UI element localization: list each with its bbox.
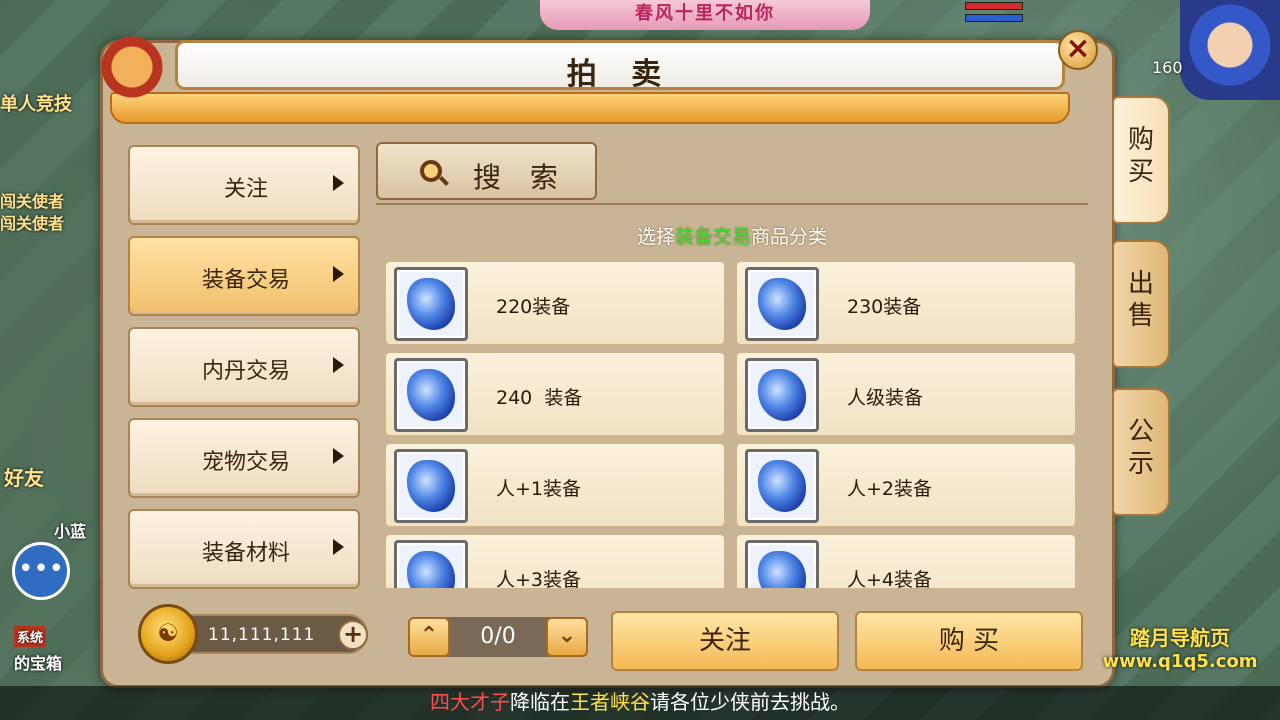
chevron-down-icon: ⌄	[557, 623, 577, 648]
system-chat-tag: 系统	[14, 626, 47, 647]
gold-coin-icon: ☯	[138, 604, 198, 664]
category-follow[interactable]: 关注	[128, 145, 360, 225]
close-x-icon: ×	[1065, 31, 1091, 66]
side-label-friends[interactable]: 好友	[4, 462, 44, 491]
category-label: 宠物交易	[201, 450, 290, 475]
tab-publicity[interactable]: 公 示	[1112, 388, 1170, 516]
item-name: 240 装备	[496, 387, 583, 409]
tab-label: 出 售	[1127, 269, 1154, 331]
notice-highlight-yellow: 王者峡谷	[570, 690, 650, 714]
mp-bar	[965, 14, 1023, 22]
category-hint: 选择装备交易商品分类	[376, 222, 1088, 249]
title-bar: 拍 卖	[175, 40, 1065, 92]
search-button[interactable]: 搜 索	[376, 142, 597, 200]
arrow-right-icon	[333, 357, 344, 373]
arrow-right-icon	[333, 175, 344, 191]
page-down-button[interactable]: ⌄	[546, 617, 588, 657]
chat-button[interactable]: •••	[12, 542, 70, 600]
side-label-npc-2: 闯关使者	[0, 214, 65, 233]
equipment-icon	[745, 358, 819, 432]
chat-bubble-icon: •••	[17, 554, 64, 584]
arrow-right-icon	[333, 448, 344, 464]
notice-highlight-red: 四大才子	[430, 690, 510, 714]
title-scroll-decoration	[110, 92, 1070, 124]
tab-label: 购 买	[1127, 125, 1154, 187]
category-label: 内丹交易	[201, 359, 290, 384]
item-name: 人+3装备	[496, 569, 582, 588]
hint-suffix: 商品分类	[751, 226, 828, 248]
panel-title: 拍 卖	[566, 57, 674, 92]
side-label-npc-1: 闯关使者	[0, 192, 65, 211]
category-equipment-trade[interactable]: 装备交易	[128, 236, 360, 316]
chat-line-text: 的宝箱	[14, 654, 63, 673]
system-notice: 四大才子降临在王者峡谷请各位少侠前去挑战。	[0, 686, 1280, 720]
equipment-icon	[745, 449, 819, 523]
page-up-button[interactable]: ⌃	[408, 617, 450, 657]
item-grid[interactable]: 220装备 230装备 240 装备 人级装备 人+1装备 人+2装备 人+3装…	[384, 260, 1084, 588]
search-label: 搜 索	[473, 161, 568, 194]
item-name: 人+2装备	[847, 478, 933, 500]
category-equipment-materials[interactable]: 装备材料	[128, 509, 360, 589]
hint-prefix: 选择	[636, 226, 675, 248]
item-name: 人级装备	[847, 387, 924, 409]
category-label: 关注	[223, 177, 268, 202]
add-currency-button[interactable]: +	[338, 620, 368, 650]
top-banner: 春风十里不如你	[540, 0, 870, 30]
hint-highlight: 装备交易	[674, 226, 751, 248]
item-name: 人+4装备	[847, 569, 933, 588]
arrow-right-icon	[333, 266, 344, 282]
tab-sell[interactable]: 出 售	[1112, 240, 1170, 368]
search-icon	[420, 160, 442, 182]
category-pet-trade[interactable]: 宠物交易	[128, 418, 360, 498]
notice-text: 降临在	[510, 690, 570, 714]
category-core-trade[interactable]: 内丹交易	[128, 327, 360, 407]
close-button[interactable]: ×	[1058, 30, 1098, 70]
item-card[interactable]: 人+1装备	[384, 442, 726, 528]
item-card[interactable]: 人级装备	[735, 351, 1077, 437]
item-card[interactable]: 220装备	[384, 260, 726, 346]
player-level: 160	[1152, 58, 1183, 77]
equipment-icon	[394, 540, 468, 588]
tab-buy[interactable]: 购 买	[1112, 96, 1170, 224]
item-name: 230装备	[847, 296, 922, 318]
category-label: 装备交易	[201, 268, 290, 293]
side-label-arena: 单人竞技	[0, 94, 72, 115]
player-avatar[interactable]	[1180, 0, 1280, 100]
item-name: 220装备	[496, 296, 571, 318]
divider	[376, 203, 1088, 205]
treasure-cart-icon	[100, 32, 180, 102]
item-name: 人+1装备	[496, 478, 582, 500]
equipment-icon	[394, 358, 468, 432]
item-card[interactable]: 人+3装备	[384, 533, 726, 588]
item-card[interactable]: 240 装备	[384, 351, 726, 437]
item-card[interactable]: 人+4装备	[735, 533, 1077, 588]
chevron-up-icon: ⌃	[419, 623, 439, 648]
tab-label: 公 示	[1127, 417, 1154, 479]
equipment-icon	[394, 449, 468, 523]
equipment-icon	[394, 267, 468, 341]
currency-value: 11,111,111	[208, 625, 316, 645]
notice-text: 请各位少侠前去挑战。	[650, 690, 850, 714]
watermark: 踏月导航页 www.q1q5.com	[1090, 622, 1270, 672]
buy-button[interactable]: 购 买	[855, 611, 1083, 671]
item-card[interactable]: 230装备	[735, 260, 1077, 346]
page-indicator: 0/0	[480, 624, 516, 649]
watermark-title: 踏月导航页	[1130, 626, 1230, 650]
hp-bar	[965, 2, 1023, 10]
category-label: 装备材料	[201, 541, 290, 566]
arrow-right-icon	[333, 539, 344, 555]
player-status-bars	[965, 2, 1023, 26]
watermark-url: www.q1q5.com	[1102, 651, 1258, 672]
item-card[interactable]: 人+2装备	[735, 442, 1077, 528]
side-label-player: 小蓝	[54, 522, 87, 541]
equipment-icon	[745, 540, 819, 588]
equipment-icon	[745, 267, 819, 341]
follow-button[interactable]: 关注	[611, 611, 839, 671]
